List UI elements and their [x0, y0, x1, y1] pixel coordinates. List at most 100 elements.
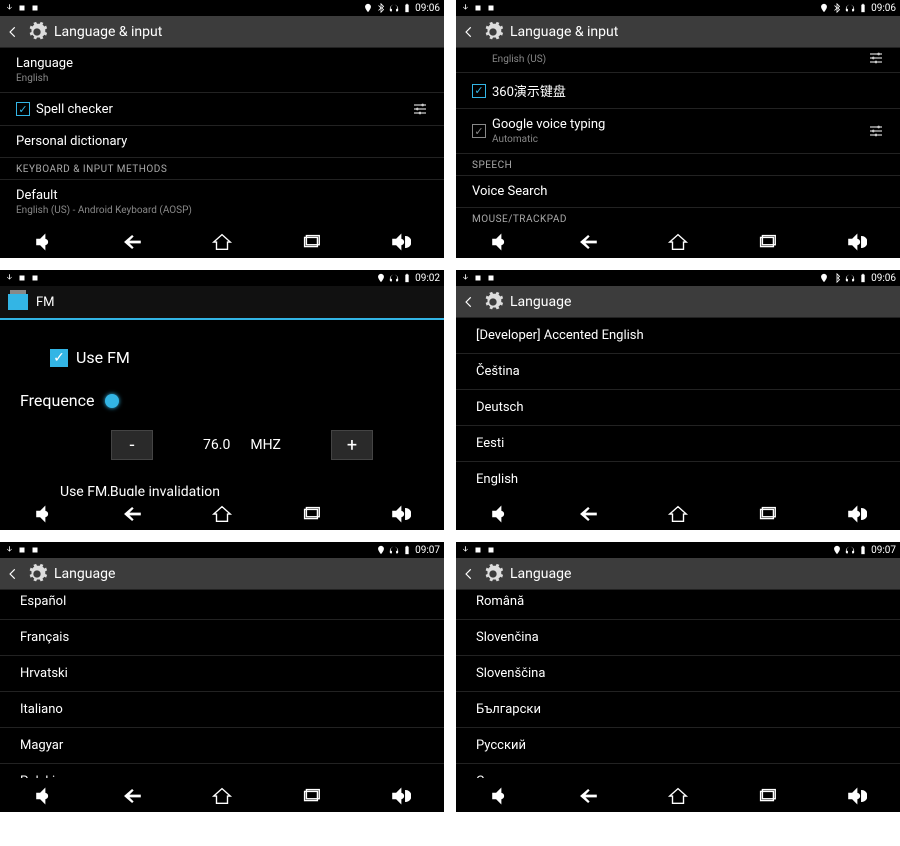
demo-keyboard-row[interactable]: 360演示键盘: [456, 73, 900, 109]
personal-dictionary-row[interactable]: Personal dictionary: [0, 126, 444, 158]
voice-search-row[interactable]: Voice Search: [456, 176, 900, 208]
appbar-title: Language: [54, 566, 115, 582]
spell-checker-row[interactable]: Spell checker: [0, 93, 444, 126]
list-item[interactable]: Български: [456, 692, 900, 728]
volume-down-icon[interactable]: [489, 503, 511, 525]
google-voice-checkbox: [472, 124, 486, 138]
volume-down-icon[interactable]: [33, 231, 55, 253]
list-item[interactable]: English: [456, 462, 900, 496]
recent-icon[interactable]: [300, 503, 322, 525]
volume-up-icon[interactable]: [845, 503, 867, 525]
appbar-title: Language: [510, 566, 571, 582]
list-item[interactable]: Français: [0, 620, 444, 656]
recent-icon[interactable]: [300, 231, 322, 253]
google-voice-row[interactable]: Google voice typing Automatic: [456, 109, 900, 154]
fm-note: Use FM,Bugle invalidation: [20, 484, 424, 496]
recent-icon[interactable]: [756, 231, 778, 253]
demo-kb-checkbox[interactable]: [472, 84, 486, 98]
bluetooth-icon: [832, 3, 842, 13]
language-row[interactable]: Language English: [0, 48, 444, 93]
back-chevron-icon[interactable]: [462, 25, 476, 39]
use-fm-checkbox[interactable]: [50, 349, 68, 367]
volume-up-icon[interactable]: [389, 231, 411, 253]
volume-up-icon[interactable]: [845, 785, 867, 807]
download-icon: [460, 3, 470, 13]
language-value: English: [16, 73, 428, 84]
back-chevron-icon[interactable]: [462, 567, 476, 581]
settings-sliders-icon[interactable]: [868, 50, 884, 66]
settings-sliders-icon[interactable]: [868, 123, 884, 139]
status-bar: 09:02: [0, 270, 444, 286]
list-item[interactable]: Čeština: [456, 354, 900, 390]
home-icon[interactable]: [211, 785, 233, 807]
volume-up-icon[interactable]: [389, 503, 411, 525]
default-keyboard-row[interactable]: Default English (US) - Android Keyboard …: [0, 180, 444, 224]
use-fm-label: Use FM: [76, 348, 130, 367]
panel-lang-input-2: 09:06 Language & input English (US) 360演…: [456, 0, 900, 258]
back-icon[interactable]: [122, 231, 144, 253]
back-icon[interactable]: [578, 231, 600, 253]
download-icon: [460, 273, 470, 283]
freq-minus-button[interactable]: -: [111, 430, 153, 460]
panel-fm: 09:02 FM Use FM Frequence - 76.0 MHZ + U…: [0, 270, 444, 530]
google-voice-label: Google voice typing: [492, 117, 605, 132]
use-fm-row[interactable]: Use FM: [50, 348, 424, 367]
frequence-label: Frequence: [20, 391, 95, 410]
list-item[interactable]: Polski: [0, 764, 444, 778]
volume-down-icon[interactable]: [489, 785, 511, 807]
list-item[interactable]: Eesti: [456, 426, 900, 462]
volume-down-icon[interactable]: [489, 231, 511, 253]
spell-checker-checkbox[interactable]: [16, 102, 30, 116]
home-icon[interactable]: [667, 503, 689, 525]
location-icon: [376, 545, 386, 555]
personal-dictionary-label: Personal dictionary: [16, 134, 127, 149]
back-icon[interactable]: [578, 785, 600, 807]
freq-value: 76.0: [203, 437, 230, 453]
rect-icon: [473, 545, 483, 555]
list-item[interactable]: Slovenščina: [456, 656, 900, 692]
recent-icon[interactable]: [756, 503, 778, 525]
list-item[interactable]: Magyar: [0, 728, 444, 764]
back-icon[interactable]: [122, 785, 144, 807]
nav-bar: [0, 224, 444, 258]
app-bar: Language: [456, 558, 900, 590]
list-item[interactable]: Hrvatski: [0, 656, 444, 692]
volume-up-icon[interactable]: [845, 231, 867, 253]
back-icon[interactable]: [122, 503, 144, 525]
list-item[interactable]: [Developer] Accented English: [456, 318, 900, 354]
list-item[interactable]: Español: [0, 590, 444, 620]
appbar-title: Language: [510, 294, 571, 310]
status-bar: 09:06: [0, 0, 444, 16]
settings-sliders-icon[interactable]: [412, 101, 428, 117]
radio-icon: [8, 294, 28, 310]
back-chevron-icon[interactable]: [462, 295, 476, 309]
recent-icon[interactable]: [756, 785, 778, 807]
volume-down-icon[interactable]: [33, 503, 55, 525]
list-item[interactable]: Русский: [456, 728, 900, 764]
home-icon[interactable]: [211, 231, 233, 253]
list-item[interactable]: Српски: [456, 764, 900, 778]
home-icon[interactable]: [211, 503, 233, 525]
rect-icon: [473, 273, 483, 283]
location-icon: [363, 3, 373, 13]
panel-language-list-1: 09:06 Language [Developer] Accented Engl…: [456, 270, 900, 530]
volume-down-icon[interactable]: [33, 785, 55, 807]
location-icon: [819, 3, 829, 13]
list-item[interactable]: Română: [456, 590, 900, 620]
nav-bar: [0, 778, 444, 812]
back-chevron-icon[interactable]: [6, 25, 20, 39]
list-item[interactable]: Deutsch: [456, 390, 900, 426]
clock: 09:07: [415, 545, 440, 556]
location-icon: [376, 273, 386, 283]
home-icon[interactable]: [667, 785, 689, 807]
lang-value-row[interactable]: English (US): [456, 48, 900, 73]
list-item[interactable]: Italiano: [0, 692, 444, 728]
volume-up-icon[interactable]: [389, 785, 411, 807]
home-icon[interactable]: [667, 231, 689, 253]
list-item[interactable]: Slovenčina: [456, 620, 900, 656]
freq-plus-button[interactable]: +: [331, 430, 373, 460]
back-chevron-icon[interactable]: [6, 567, 20, 581]
recent-icon[interactable]: [300, 785, 322, 807]
clock: 09:07: [871, 545, 896, 556]
back-icon[interactable]: [578, 503, 600, 525]
